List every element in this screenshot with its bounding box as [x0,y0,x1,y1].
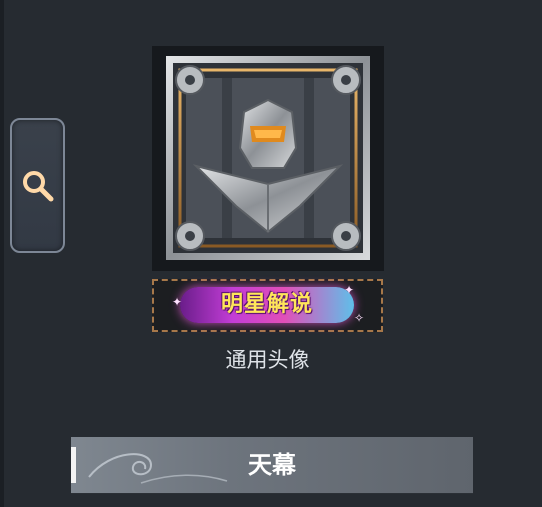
title-bar-label: 天幕 [248,451,296,479]
section-title-bar[interactable]: 天幕 [71,437,473,493]
search-icon [23,171,54,202]
sparkle-icon: ✧ [354,311,365,325]
badge-label: 明星解说 [220,292,313,317]
star-commentator-badge: 明星解说 ✦ ✦ ✧ [152,279,383,332]
sparkle-icon: ✦ [172,295,183,309]
avatar-caption: 通用头像 [225,348,310,372]
mech-helmet-avatar [166,56,370,260]
search-tab-button[interactable] [10,118,65,253]
badge-plate: 明星解说 [180,287,354,323]
panel-divider [0,0,4,507]
sparkle-icon: ✦ [344,283,355,297]
avatar-frame[interactable] [152,46,384,271]
